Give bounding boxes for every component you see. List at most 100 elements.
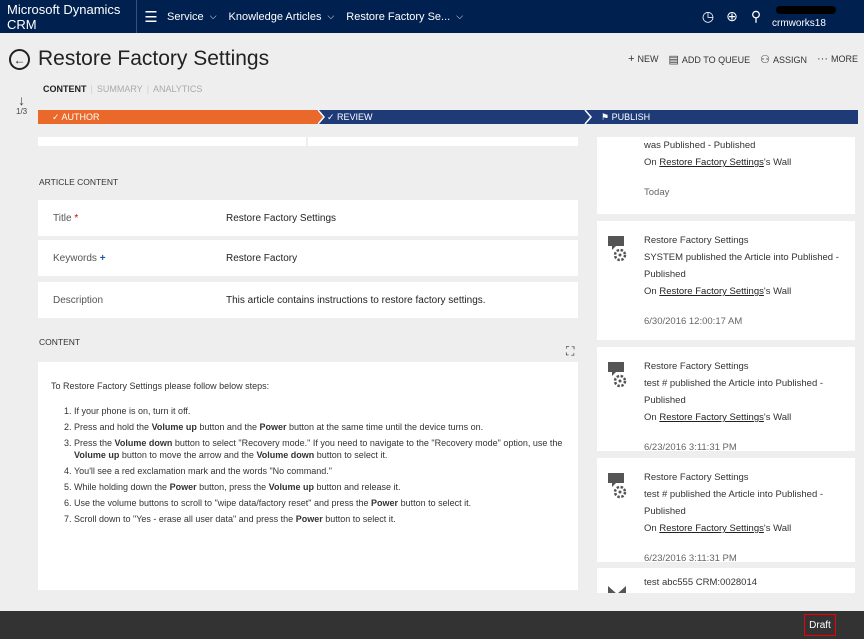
on-text: On bbox=[644, 157, 657, 168]
plus-circle-icon[interactable]: ⊕ bbox=[720, 8, 744, 25]
command-bar: + NEW ▤ ADD TO QUEUE ⚇ ASSIGN ··· MORE bbox=[628, 53, 858, 66]
wall-post-on: On Restore Factory Settings's Wall bbox=[644, 154, 852, 171]
stage-review[interactable]: ✓ REVIEW bbox=[327, 110, 373, 124]
record-pager[interactable]: ↓ 1/3 bbox=[16, 93, 27, 116]
wall-post-text: test # published the Article into Publis… bbox=[644, 489, 824, 517]
queue-icon: ▤ bbox=[668, 54, 679, 66]
nav-service-label: Service bbox=[167, 10, 204, 23]
content-step: You'll see a red exclamation mark and th… bbox=[74, 465, 578, 477]
wall-post-first: was Published - Published On Restore Fac… bbox=[597, 137, 855, 214]
stage-chevron bbox=[584, 110, 592, 124]
wall-post-timestamp: 6/23/2016 3:11:31 PM bbox=[644, 442, 737, 453]
step-text: button and release it. bbox=[313, 482, 401, 492]
add-to-queue-button[interactable]: ▤ ADD TO QUEUE bbox=[669, 53, 751, 66]
stage-publish-label: PUBLISH bbox=[611, 112, 651, 122]
wall-record-link[interactable]: Restore Factory Settings bbox=[659, 157, 764, 168]
description-value[interactable]: This article contains instructions to re… bbox=[226, 295, 486, 306]
wall-suffix: 's Wall bbox=[763, 412, 792, 423]
nav-service[interactable]: Service ⌵ bbox=[165, 0, 227, 33]
description-field[interactable]: Description This article contains instru… bbox=[38, 282, 578, 318]
stage-author[interactable]: ✓ AUTHOR bbox=[38, 110, 311, 124]
step-text: button to move the arrow and the bbox=[119, 450, 257, 460]
step-text: button to select it. bbox=[314, 450, 388, 460]
wall-post-text: was Published - Published bbox=[644, 140, 756, 151]
wall-post: Restore Factory Settings test # published… bbox=[597, 347, 855, 453]
step-bold-text: Volume up bbox=[151, 422, 197, 432]
content-step: Scroll down to "Yes - erase all user dat… bbox=[74, 513, 578, 525]
expand-icon[interactable]: ⛶ bbox=[566, 344, 574, 359]
wall-post-title[interactable]: Restore Factory Settings bbox=[644, 469, 852, 486]
wall-record-link[interactable]: Restore Factory Settings bbox=[659, 523, 764, 534]
search-icon[interactable]: ⚲ bbox=[744, 8, 768, 25]
summary-card-strip bbox=[38, 137, 578, 146]
wall-suffix: 's Wall bbox=[763, 286, 792, 297]
wall-post-body: Restore Factory Settings test # published… bbox=[644, 358, 852, 456]
more-label: MORE bbox=[831, 54, 858, 64]
wall-post-timestamp: 6/30/2016 12:00:17 AM bbox=[644, 316, 743, 327]
content-editor[interactable]: To Restore Factory Settings please follo… bbox=[38, 362, 578, 590]
tab-content[interactable]: CONTENT bbox=[43, 84, 87, 94]
wall-post-title[interactable]: Restore Factory Settings bbox=[644, 358, 852, 375]
step-text: button at the same time until the device… bbox=[286, 422, 484, 432]
tab-analytics[interactable]: ANALYTICS bbox=[153, 84, 202, 94]
required-icon: * bbox=[74, 212, 79, 224]
nav-record-label: Restore Factory Se... bbox=[346, 10, 451, 23]
check-icon: ✓ bbox=[52, 112, 62, 122]
plus-icon: + bbox=[628, 53, 635, 65]
wall-post: Restore Factory Settings SYSTEM published… bbox=[597, 221, 855, 340]
down-arrow-icon[interactable]: ↓ bbox=[16, 93, 27, 107]
add-to-queue-label: ADD TO QUEUE bbox=[681, 55, 751, 65]
step-bold-text: Power bbox=[259, 422, 287, 432]
card-divider bbox=[306, 137, 308, 146]
title-field[interactable]: Title * Restore Factory Settings bbox=[38, 200, 578, 236]
wall-record-link[interactable]: Restore Factory Settings bbox=[659, 412, 764, 423]
recommended-icon: + bbox=[99, 252, 106, 264]
wall-suffix: 's Wall bbox=[763, 523, 792, 534]
assign-button[interactable]: ⚇ ASSIGN bbox=[760, 53, 807, 66]
keywords-value[interactable]: Restore Factory bbox=[226, 253, 297, 264]
nav-knowledge-articles[interactable]: Knowledge Articles ⌵ bbox=[227, 0, 345, 33]
post-settings-icon bbox=[608, 236, 627, 262]
content-step: Use the volume buttons to scroll to "wip… bbox=[74, 497, 578, 509]
step-text: button, press the bbox=[196, 482, 269, 492]
activity-wall[interactable]: was Published - Published On Restore Fac… bbox=[597, 137, 855, 593]
wall-post-on: On Restore Factory Settings's Wall bbox=[644, 283, 852, 300]
user-menu[interactable]: crmworks18 bbox=[768, 0, 864, 33]
back-arrow-icon[interactable]: ← bbox=[9, 49, 30, 70]
wall-post-body: was Published - Published On Restore Fac… bbox=[644, 137, 852, 201]
chevron-down-icon[interactable]: ⌵ bbox=[321, 11, 340, 22]
nav-current-record[interactable]: Restore Factory Se... ⌵ bbox=[344, 0, 473, 33]
title-value[interactable]: Restore Factory Settings bbox=[226, 213, 336, 224]
wall-post-title[interactable]: Restore Factory Settings bbox=[644, 232, 852, 249]
assign-icon: ⚇ bbox=[760, 54, 770, 66]
step-text: Press and hold the bbox=[74, 422, 152, 432]
new-button[interactable]: + NEW bbox=[628, 53, 658, 66]
wall-post-last-text: test abc555 CRM:0028014 bbox=[644, 577, 758, 588]
stage-review-label: REVIEW bbox=[337, 112, 373, 122]
new-label: NEW bbox=[637, 54, 659, 64]
wall-post-on: On Restore Factory Settings's Wall bbox=[644, 409, 852, 426]
content-heading: CONTENT bbox=[39, 337, 81, 347]
wall-record-link[interactable]: Restore Factory Settings bbox=[659, 286, 764, 297]
tab-summary[interactable]: SUMMARY bbox=[97, 84, 143, 94]
wall-post-on: On Restore Factory Settings's Wall bbox=[644, 520, 852, 537]
step-text: While holding down the bbox=[74, 482, 170, 492]
chevron-down-icon[interactable]: ⌵ bbox=[204, 11, 223, 22]
wall-post-body: Restore Factory Settings SYSTEM published… bbox=[644, 232, 852, 330]
brand-name[interactable]: Microsoft Dynamics CRM bbox=[0, 2, 136, 32]
status-footer bbox=[0, 611, 864, 639]
keywords-label: Keywords + bbox=[38, 253, 226, 264]
step-bold-text: Volume down bbox=[256, 450, 315, 460]
title-label-text: Title bbox=[53, 212, 72, 224]
hamburger-icon[interactable]: ☰ bbox=[137, 8, 165, 26]
on-text: On bbox=[644, 412, 657, 423]
chevron-down-icon[interactable]: ⌵ bbox=[450, 11, 469, 22]
keywords-field[interactable]: Keywords + Restore Factory bbox=[38, 240, 578, 276]
clock-icon[interactable]: ◷ bbox=[696, 8, 720, 25]
title-label: Title * bbox=[38, 213, 226, 224]
tab-divider: | bbox=[146, 84, 150, 94]
more-button[interactable]: ··· MORE bbox=[817, 53, 858, 66]
stage-publish[interactable]: ⚑ PUBLISH bbox=[601, 110, 650, 124]
step-text: Use the volume buttons to scroll to "wip… bbox=[74, 498, 372, 508]
check-icon: ✓ bbox=[327, 112, 338, 122]
